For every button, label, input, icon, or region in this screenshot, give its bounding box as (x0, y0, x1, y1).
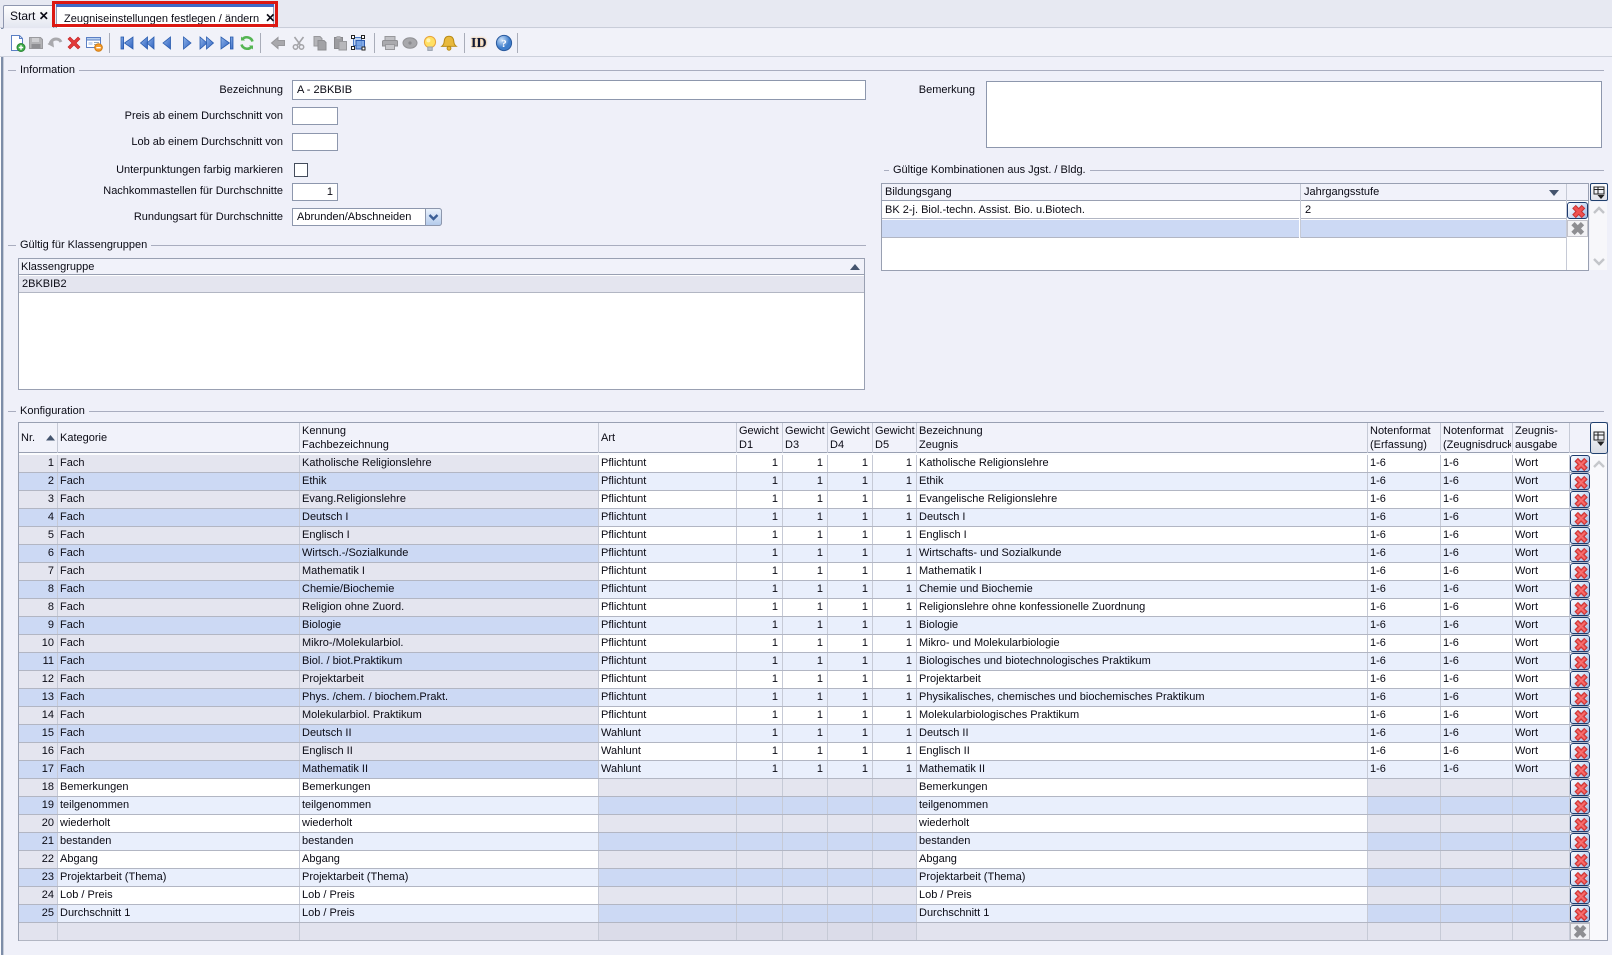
svg-text:?: ? (501, 38, 507, 50)
